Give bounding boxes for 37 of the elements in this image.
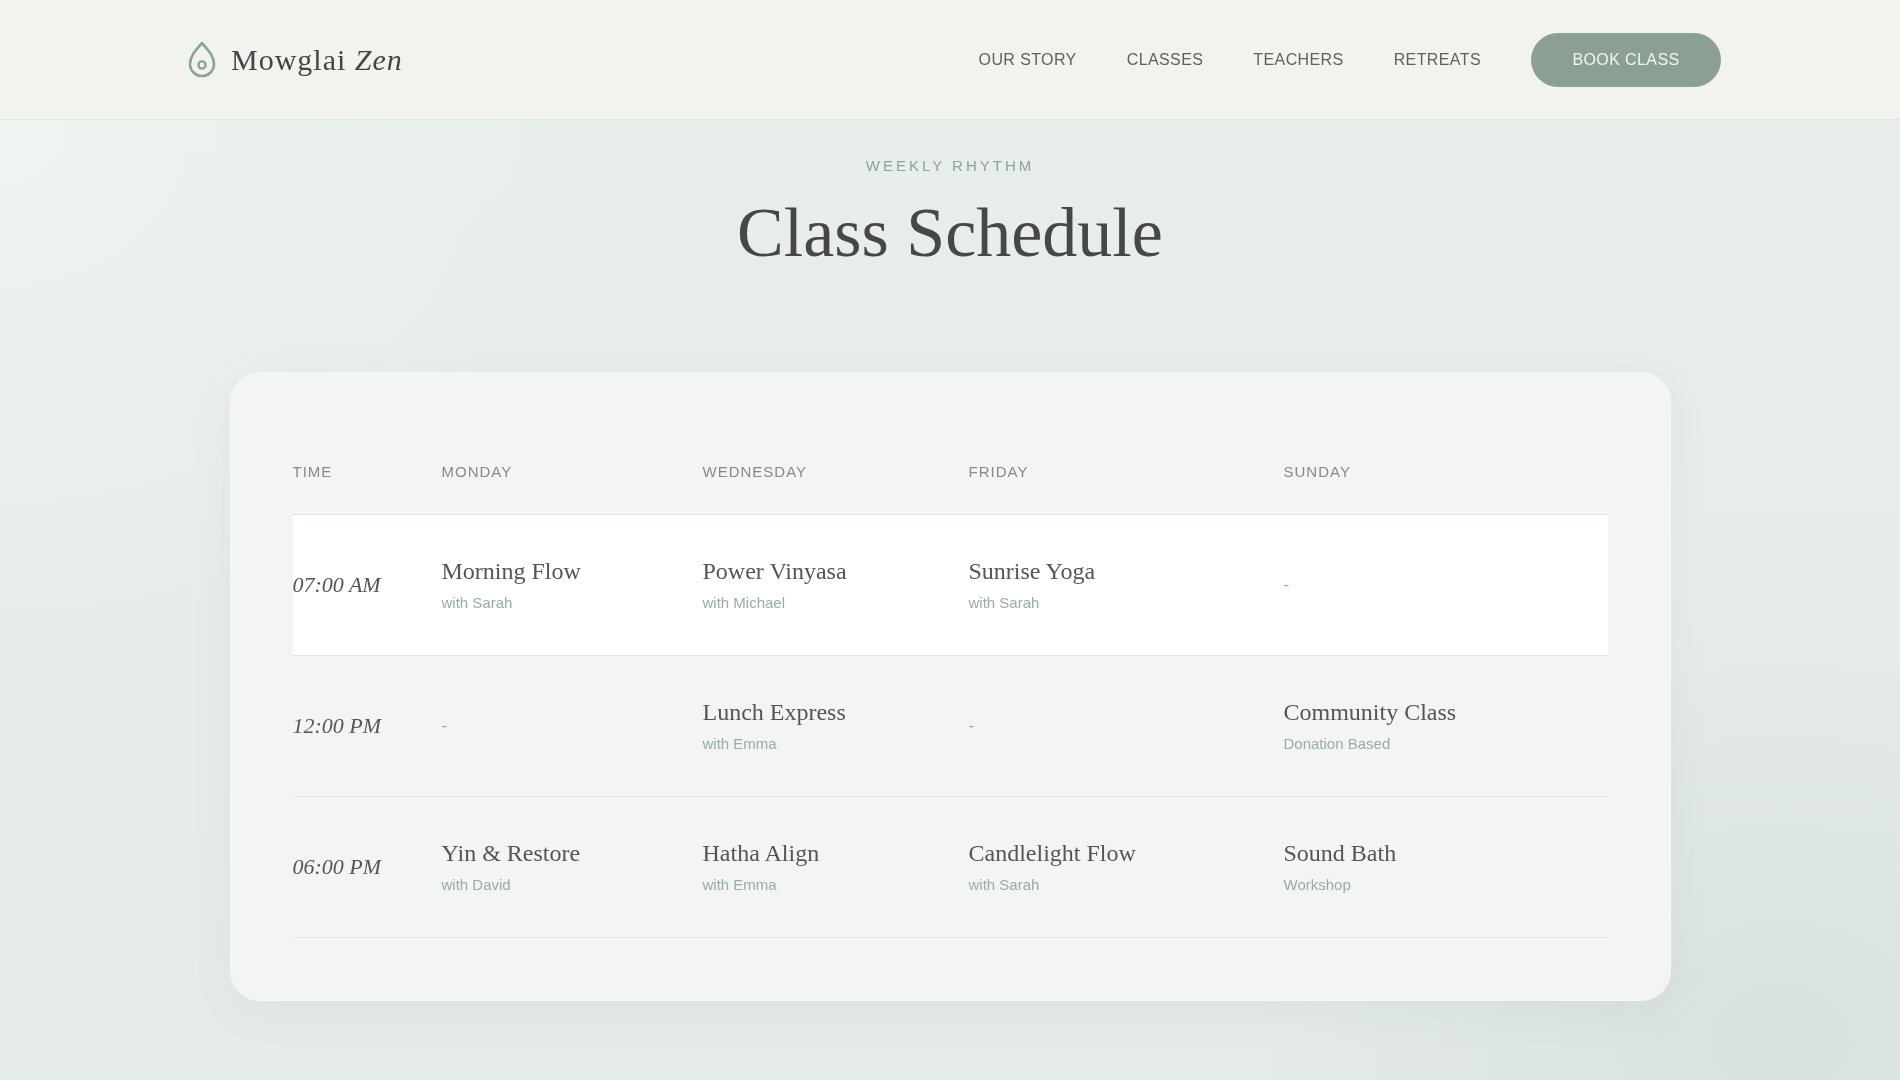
time-label: 12:00 PM — [292, 713, 382, 739]
class-subtitle: Donation Based — [1283, 735, 1391, 753]
time-label: 07:00 AM — [292, 572, 381, 598]
column-header: TIME — [292, 463, 334, 481]
class-name: Candlelight Flow — [968, 839, 1136, 868]
column-header: FRIDAY — [968, 463, 1030, 481]
class-subtitle: with Sarah — [968, 594, 1040, 612]
logo-text[interactable]: Mowglai Zen — [231, 42, 403, 77]
class-name: Hatha Align — [702, 839, 820, 868]
class-subtitle: Workshop — [1283, 876, 1351, 894]
class-subtitle: with Sarah — [441, 594, 513, 612]
page-title: Class Schedule — [736, 193, 1164, 273]
class-name: Lunch Express — [702, 698, 846, 727]
class-name: Community Class — [1283, 698, 1457, 727]
nav-link[interactable]: OUR STORY — [978, 50, 1077, 69]
class-name: Sound Bath — [1283, 839, 1397, 868]
class-name: Power Vinyasa — [702, 557, 847, 586]
class-name: Yin & Restore — [441, 839, 581, 868]
empty-marker: - — [968, 716, 975, 736]
class-name: Morning Flow — [441, 557, 581, 586]
section-eyebrow: WEEKLY RHYTHM — [864, 157, 1036, 175]
empty-marker: - — [441, 716, 448, 736]
column-header: SUNDAY — [1283, 463, 1352, 481]
class-name: Sunrise Yoga — [968, 557, 1096, 586]
time-label: 06:00 PM — [292, 854, 382, 880]
column-header: MONDAY — [441, 463, 514, 481]
class-subtitle: with Emma — [702, 876, 777, 894]
nav-link[interactable]: TEACHERS — [1253, 50, 1344, 69]
nav-link[interactable]: CLASSES — [1126, 50, 1204, 69]
class-subtitle: with Michael — [702, 594, 786, 612]
column-header: WEDNESDAY — [702, 463, 809, 481]
class-subtitle: with David — [441, 876, 511, 894]
empty-marker: - — [1283, 575, 1290, 595]
nav-link[interactable]: RETREATS — [1393, 50, 1481, 69]
class-subtitle: with Emma — [702, 735, 777, 753]
class-subtitle: with Sarah — [968, 876, 1040, 894]
drop-icon — [187, 40, 217, 79]
